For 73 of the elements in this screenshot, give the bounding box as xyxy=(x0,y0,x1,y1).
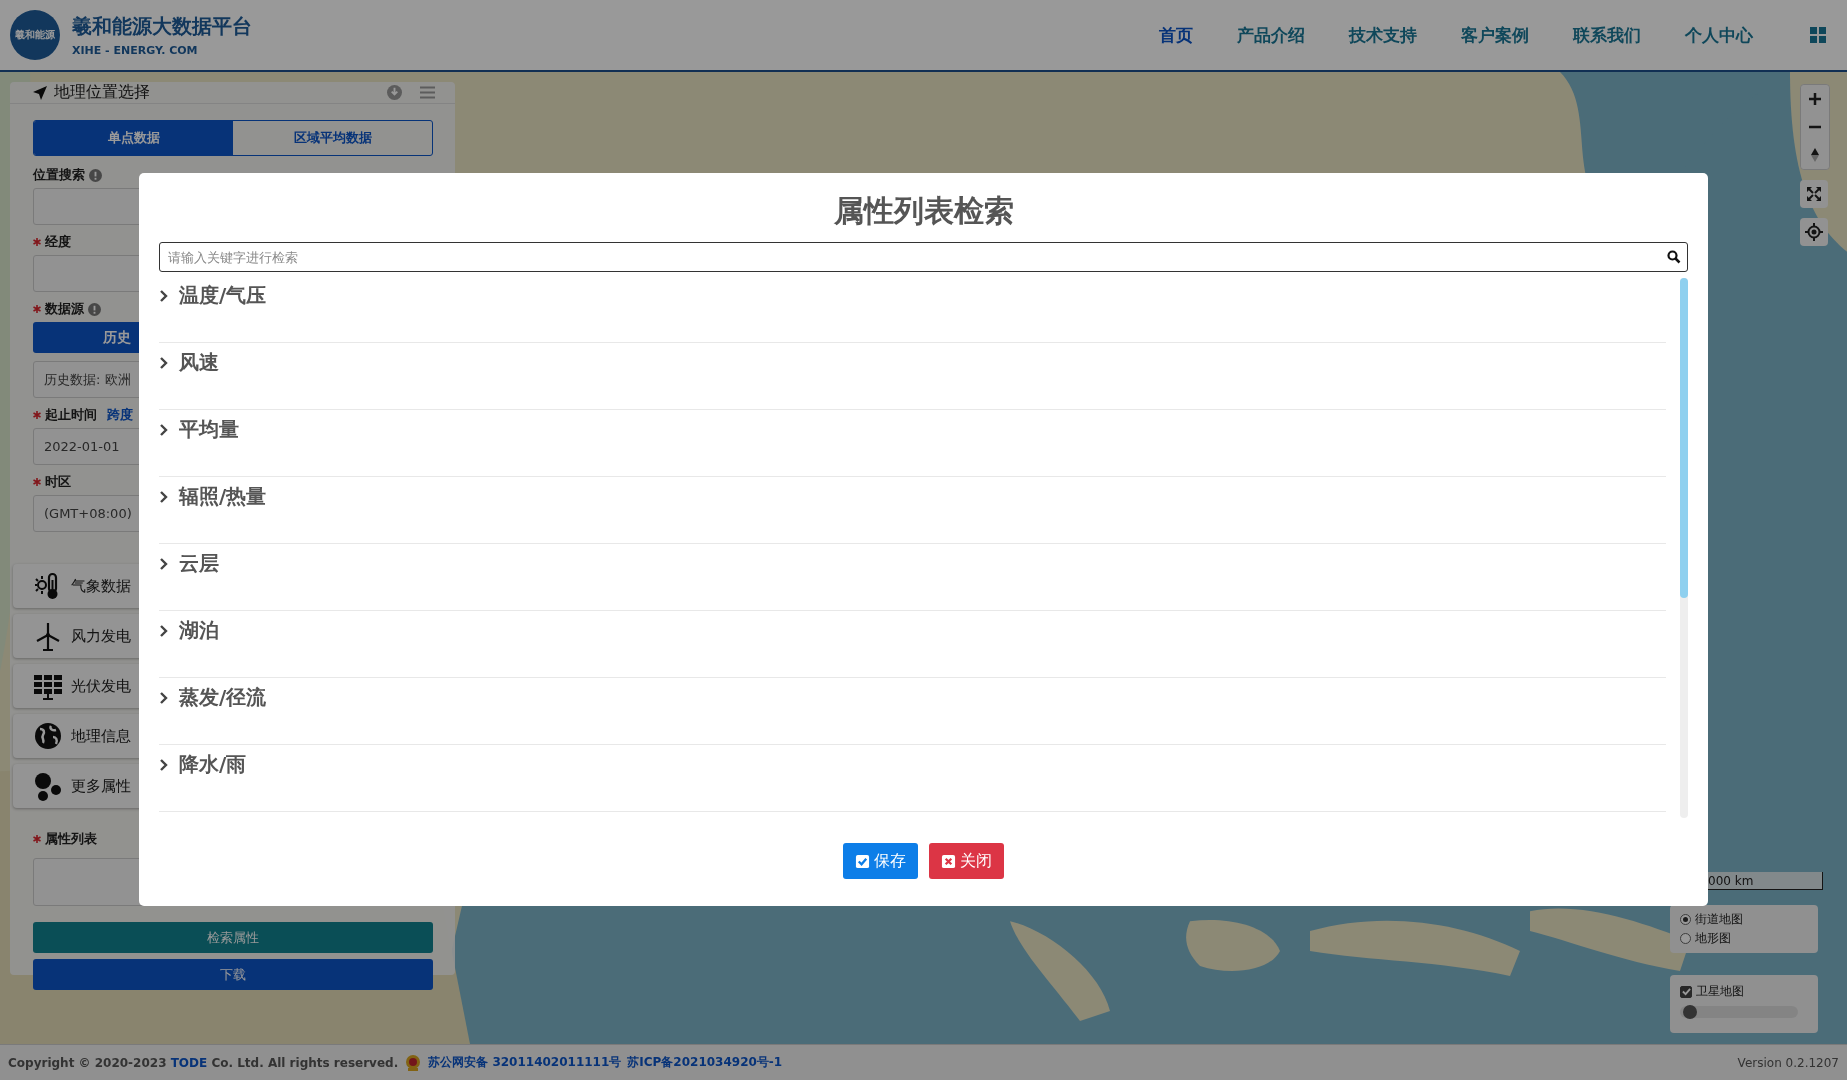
search-field[interactable]: 请输入关键字进行检索 xyxy=(159,242,1688,272)
checkbox-icon xyxy=(855,853,870,869)
field-label: 起止时间 xyxy=(45,406,97,424)
grid-icon[interactable] xyxy=(1809,26,1827,44)
category-item[interactable]: 温度/气压 xyxy=(159,282,267,309)
category-label: 更多属性 xyxy=(71,776,131,796)
navigation-arrow-icon xyxy=(32,84,48,101)
copyright-text: Copyright © 2020-2023 TODE Co. Ltd. All rights reserved. xyxy=(8,1055,399,1070)
nav-link[interactable]: 首页 xyxy=(1159,23,1193,47)
logo: 羲和能源 xyxy=(10,10,60,60)
layer-label: 卫星地图 xyxy=(1696,983,1744,1000)
locate-button[interactable] xyxy=(1800,218,1828,246)
search-icon[interactable] xyxy=(1667,250,1681,264)
category-item[interactable]: 辐照/热量 xyxy=(159,483,267,510)
chevron-icon xyxy=(159,557,169,570)
fullscreen-icon xyxy=(1805,185,1823,203)
nav-link[interactable]: 联系我们 xyxy=(1573,23,1641,47)
layer-label: 地形图 xyxy=(1695,930,1731,947)
version-text: Version 0.2.1207 xyxy=(1737,1055,1839,1070)
chevron-icon xyxy=(159,490,169,503)
dots-icon xyxy=(33,771,63,801)
panel-title: 地理位置选择 xyxy=(54,82,150,103)
category-label: 地理信息 xyxy=(71,726,131,746)
category-item[interactable]: 蒸发/径流 xyxy=(159,684,267,711)
save-button[interactable]: 保存 xyxy=(843,843,918,879)
tab[interactable]: 单点数据 xyxy=(34,121,233,155)
checkbox[interactable] xyxy=(1680,985,1692,998)
plus-icon xyxy=(1806,90,1824,108)
scrollbar[interactable] xyxy=(1680,278,1688,818)
police-badge-icon xyxy=(404,1053,423,1072)
police-record-link[interactable]: 苏公网安备 32011402011111号 xyxy=(428,1054,622,1071)
site-title: 羲和能源大数据平台 xyxy=(72,13,252,40)
category-item[interactable]: 风速 xyxy=(159,349,219,376)
fullscreen-button[interactable] xyxy=(1800,180,1828,208)
radio-button[interactable] xyxy=(1680,933,1691,944)
nav-link[interactable]: 个人中心 xyxy=(1685,23,1753,47)
chevron-icon xyxy=(159,423,169,436)
category-item[interactable]: 云层 xyxy=(159,550,219,577)
field-label: 属性列表 xyxy=(45,830,97,848)
tab[interactable]: 区域平均数据 xyxy=(233,121,432,155)
nav-link[interactable]: 技术支持 xyxy=(1349,23,1417,47)
globe-icon xyxy=(33,721,63,751)
opacity-slider[interactable] xyxy=(1680,1006,1798,1018)
nav-link[interactable]: 产品介绍 xyxy=(1237,23,1305,47)
site-subtitle: XIHE - ENERGY. COM xyxy=(72,44,199,57)
minus-icon xyxy=(1806,125,1824,129)
link[interactable]: 跨度 xyxy=(107,406,133,424)
chevron-icon xyxy=(159,758,169,771)
chevron-icon xyxy=(159,624,169,637)
search-button[interactable]: 检索属性 xyxy=(33,922,433,953)
modal-title: 属性列表检索 xyxy=(833,192,1014,230)
chevron-icon xyxy=(159,289,169,302)
field-label: 位置搜索 xyxy=(33,166,85,184)
close-icon xyxy=(941,853,956,869)
target-icon xyxy=(1805,223,1823,241)
download-button[interactable]: 下载 xyxy=(33,959,433,990)
category-label: 风力发电 xyxy=(71,626,131,646)
icp-record-link[interactable]: 苏ICP备2021034920号-1 xyxy=(627,1054,783,1071)
nav-link[interactable]: 客户案例 xyxy=(1461,23,1529,47)
radio-button[interactable] xyxy=(1680,914,1691,925)
chevron-icon xyxy=(159,356,169,369)
category-item[interactable]: 湖泊 xyxy=(159,617,219,644)
close-button[interactable]: 关闭 xyxy=(929,843,1004,879)
category-label: 气象数据 xyxy=(71,576,131,596)
layer-label: 街道地图 xyxy=(1695,911,1743,928)
company-link[interactable]: TODE xyxy=(170,1055,208,1070)
field-label: 经度 xyxy=(45,233,71,251)
category-item[interactable]: 平均量 xyxy=(159,416,239,443)
chevron-icon xyxy=(159,691,169,704)
category-label: 光伏发电 xyxy=(71,676,131,696)
field-label: 数据源 xyxy=(45,300,84,318)
field-label: 时区 xyxy=(45,473,71,491)
category-item[interactable]: 降水/雨 xyxy=(159,751,247,778)
